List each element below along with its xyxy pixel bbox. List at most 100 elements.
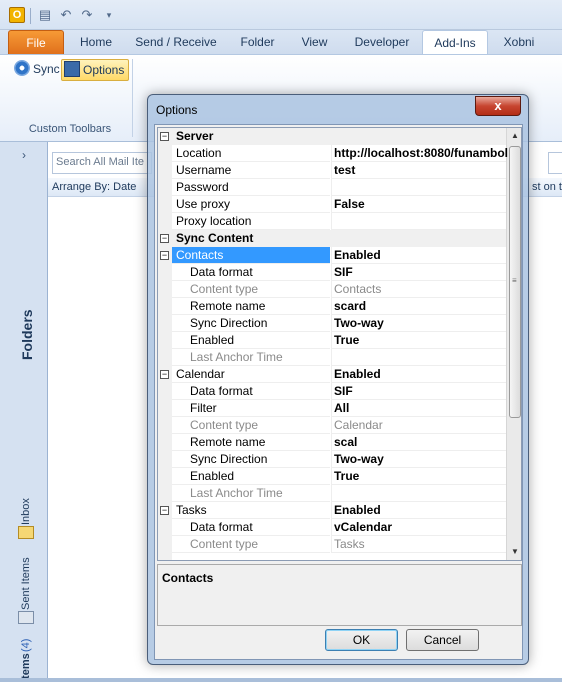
tab-view[interactable]: View (292, 30, 337, 54)
property-value-cell[interactable] (331, 264, 506, 281)
property-row[interactable]: Enabled True (158, 332, 506, 349)
property-row[interactable]: Username test (158, 162, 506, 179)
property-name: Username (176, 163, 232, 177)
outlook-app-icon[interactable]: O (9, 7, 25, 23)
undo-icon[interactable]: ↶ (58, 7, 74, 23)
options-button[interactable]: Options (61, 59, 130, 81)
save-icon[interactable]: ▤ (37, 7, 53, 23)
category-label: Server (176, 129, 214, 143)
vertical-scrollbar[interactable]: ▲ ≡ ▼ (506, 128, 521, 560)
property-row[interactable]: Sync Direction Two-way (158, 315, 506, 332)
property-row[interactable]: Data format vCalendar (158, 519, 506, 536)
property-value: test (334, 163, 356, 177)
scroll-up-icon[interactable]: ▲ (507, 128, 521, 144)
property-value: Enabled (334, 248, 381, 262)
property-row[interactable]: − Calendar Enabled (158, 366, 506, 383)
property-value-cell[interactable] (331, 400, 506, 417)
property-value: scal (334, 435, 358, 449)
description-title: Contacts (162, 571, 214, 585)
property-value: Contacts (334, 282, 382, 296)
property-value: All (334, 401, 350, 415)
tab-add-ins[interactable]: Add-Ins (422, 30, 488, 55)
property-row[interactable]: Content type Calendar (158, 417, 506, 434)
property-row[interactable]: − Tasks Enabled (158, 502, 506, 519)
description-panel: Contacts (157, 564, 522, 626)
nav-inbox[interactable]: Inbox (20, 498, 32, 525)
redo-icon[interactable]: ↷ (79, 7, 95, 23)
property-row[interactable]: Location http://localhost:8080/funambol (158, 145, 508, 162)
property-value: scard (334, 299, 367, 313)
search-input[interactable]: Search All Mail Ite (52, 152, 152, 174)
ribbon-group-label: Custom Toolbars (28, 123, 112, 135)
property-row[interactable]: Password (158, 179, 506, 196)
scroll-down-icon[interactable]: ▼ (507, 544, 521, 560)
property-row[interactable]: Remote name scal (158, 434, 506, 451)
property-name: Remote name (190, 435, 266, 449)
sync-icon (14, 60, 30, 76)
ok-button[interactable]: OK (325, 629, 398, 651)
property-value-cell[interactable] (331, 179, 506, 196)
scroll-thumb[interactable]: ≡ (509, 146, 521, 418)
property-value: Calendar (334, 418, 383, 432)
ribbon-group-separator (132, 59, 133, 137)
property-row[interactable]: − Contacts Enabled (158, 247, 506, 264)
property-row[interactable]: Data format SIF (158, 383, 506, 400)
customize-qat-icon[interactable]: ▾ (101, 7, 117, 23)
property-row[interactable]: − Sync Content (158, 230, 506, 247)
property-value-cell[interactable] (331, 349, 506, 366)
property-row[interactable]: Content type Tasks (158, 536, 506, 553)
tab-send-receive[interactable]: Send / Receive (130, 30, 222, 54)
property-row[interactable]: Filter All (158, 400, 506, 417)
arrange-sort-label[interactable]: st on t (532, 178, 562, 196)
expand-chevron-icon[interactable]: › (22, 148, 26, 162)
property-name: Remote name (190, 299, 266, 313)
navigation-pane: › Folders Inbox Sent Items (4) Items (0, 142, 48, 682)
property-row[interactable]: − Server (158, 128, 506, 145)
collapse-icon[interactable]: − (160, 370, 169, 379)
property-name: Contacts (176, 248, 224, 262)
property-row[interactable]: Sync Direction Two-way (158, 451, 506, 468)
property-row[interactable]: Last Anchor Time (158, 485, 506, 502)
tab-home[interactable]: Home (72, 30, 120, 54)
property-row[interactable]: Enabled True (158, 468, 506, 485)
property-name: Location (176, 146, 222, 160)
property-name: Data format (190, 520, 253, 534)
property-value-cell[interactable] (331, 213, 506, 230)
property-row[interactable]: Use proxy False (158, 196, 506, 213)
property-value: SIF (334, 384, 353, 398)
tab-developer[interactable]: Developer (346, 30, 418, 54)
close-icon[interactable]: x (475, 96, 521, 116)
property-row[interactable]: Proxy location (158, 213, 506, 230)
property-row[interactable]: Last Anchor Time (158, 349, 506, 366)
collapse-icon[interactable]: − (160, 251, 169, 260)
sync-button[interactable]: Sync (12, 59, 64, 81)
property-value-cell[interactable] (331, 162, 506, 179)
property-value-cell[interactable] (331, 485, 506, 502)
collapse-icon[interactable]: − (160, 506, 169, 515)
collapse-icon[interactable]: − (160, 234, 169, 243)
property-name: Enabled (190, 469, 235, 483)
tab-xobni[interactable]: Xobni (496, 30, 542, 54)
tab-file[interactable]: File (8, 30, 64, 54)
property-row[interactable]: Data format SIF (158, 264, 506, 281)
sent-items-icon (18, 611, 34, 624)
property-row[interactable]: Content type Contacts (158, 281, 506, 298)
property-name: Sync Direction (190, 452, 268, 466)
property-grid: ▲ ≡ ▼ − Server Location http://localhost:80… (157, 127, 522, 561)
tab-folder[interactable]: Folder (230, 30, 285, 54)
collapse-icon[interactable]: − (160, 132, 169, 141)
property-name: Use proxy (176, 197, 231, 211)
folders-label[interactable]: Folders (19, 309, 35, 360)
cancel-button[interactable]: Cancel (406, 629, 479, 651)
property-row[interactable]: Remote name scard (158, 298, 506, 315)
property-value: Enabled (334, 503, 381, 517)
property-name: Calendar (176, 367, 225, 381)
property-name: Data format (190, 384, 253, 398)
window-bottom-border (0, 678, 562, 682)
property-value-cell[interactable] (331, 383, 506, 400)
property-name: Last Anchor Time (190, 486, 283, 500)
nav-sent-items[interactable]: Sent Items (20, 557, 32, 610)
sync-label: Sync (33, 62, 60, 76)
property-name: Content type (190, 418, 259, 432)
property-value: vCalendar (334, 520, 393, 534)
